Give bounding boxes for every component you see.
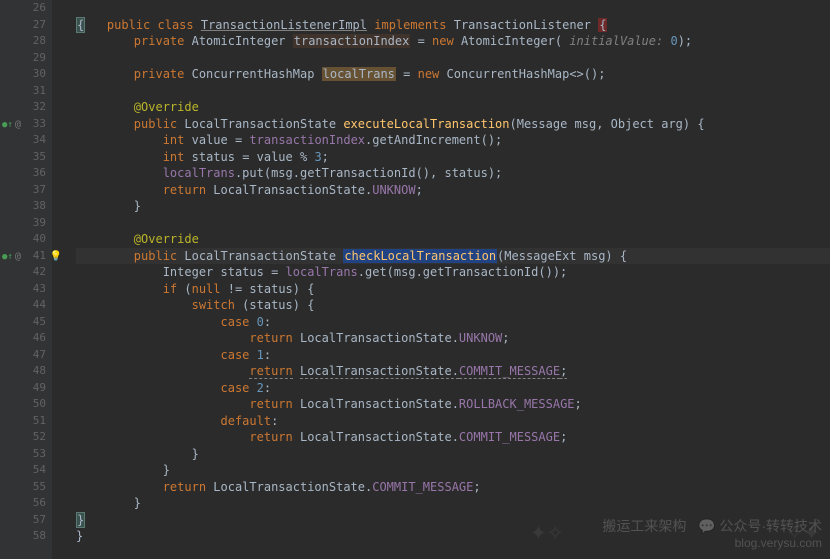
line-number: ●↑@💡41 [0, 248, 46, 265]
line-number: 30 [0, 66, 46, 83]
line-number: 42 [0, 264, 46, 281]
code-line[interactable]: return LocalTransactionState.UNKNOW; [76, 330, 830, 347]
code-line[interactable]: return LocalTransactionState.COMMIT_MESS… [76, 479, 830, 496]
code-line[interactable] [76, 0, 830, 17]
code-line[interactable]: } [76, 495, 830, 512]
line-number: 56 [0, 495, 46, 512]
line-number: 38 [0, 198, 46, 215]
line-number: 43 [0, 281, 46, 298]
line-number: 52 [0, 429, 46, 446]
code-line[interactable]: case 0: [76, 314, 830, 331]
code-line[interactable] [76, 83, 830, 100]
line-gutter: 26272829303132●↑@3334353637383940●↑@💡414… [0, 0, 52, 559]
line-number: 37 [0, 182, 46, 199]
line-number: ●↑@33 [0, 116, 46, 133]
line-number: 34 [0, 132, 46, 149]
line-number: 28 [0, 33, 46, 50]
annotation-marker-icon: @ [15, 119, 21, 130]
line-number: 49 [0, 380, 46, 397]
override-marker-icon[interactable]: ●↑ [2, 252, 13, 262]
line-number: 55 [0, 479, 46, 496]
line-number: 48 [0, 363, 46, 380]
line-number: 40 [0, 231, 46, 248]
line-number: 32 [0, 99, 46, 116]
code-line[interactable]: @Override [76, 231, 830, 248]
line-number: 44 [0, 297, 46, 314]
code-line[interactable]: localTrans.put(msg.getTransactionId(), s… [76, 165, 830, 182]
code-line[interactable]: if (null != status) { [76, 281, 830, 298]
line-number: 39 [0, 215, 46, 232]
line-number: 31 [0, 83, 46, 100]
line-number: 58 [0, 528, 46, 545]
code-line[interactable]: default: [76, 413, 830, 430]
code-line[interactable]: private AtomicInteger transactionIndex =… [76, 33, 830, 50]
code-line[interactable] [76, 50, 830, 67]
code-line[interactable]: switch (status) { [76, 297, 830, 314]
line-number: 29 [0, 50, 46, 67]
code-line[interactable]: } [76, 198, 830, 215]
line-number: 53 [0, 446, 46, 463]
code-line[interactable]: int status = value % 3; [76, 149, 830, 166]
line-number: 36 [0, 165, 46, 182]
code-line[interactable] [76, 215, 830, 232]
code-area[interactable]: { public class TransactionListenerImpl i… [52, 0, 830, 559]
code-line[interactable]: } [76, 446, 830, 463]
line-number: 50 [0, 396, 46, 413]
code-line[interactable]: int value = transactionIndex.getAndIncre… [76, 132, 830, 149]
code-line[interactable]: case 2: [76, 380, 830, 397]
code-line[interactable]: Integer status = localTrans.get(msg.getT… [76, 264, 830, 281]
code-line[interactable]: return LocalTransactionState.ROLLBACK_ME… [76, 396, 830, 413]
code-line[interactable]: return LocalTransactionState.UNKNOW; [76, 182, 830, 199]
code-line[interactable]: } [76, 512, 830, 529]
line-number: 27 [0, 17, 46, 34]
line-number: 54 [0, 462, 46, 479]
line-number: 47 [0, 347, 46, 364]
line-number: 35 [0, 149, 46, 166]
code-line[interactable]: return LocalTransactionState.COMMIT_MESS… [76, 429, 830, 446]
code-line[interactable]: public LocalTransactionState checkLocalT… [76, 248, 830, 265]
line-number: 46 [0, 330, 46, 347]
line-number: 51 [0, 413, 46, 430]
code-line[interactable]: private ConcurrentHashMap localTrans = n… [76, 66, 830, 83]
line-number: 45 [0, 314, 46, 331]
override-marker-icon[interactable]: ●↑ [2, 120, 13, 130]
code-line[interactable]: { public class TransactionListenerImpl i… [76, 17, 830, 34]
code-line[interactable]: @Override [76, 99, 830, 116]
code-line[interactable]: case 1: [76, 347, 830, 364]
annotation-marker-icon: @ [15, 251, 21, 262]
code-line[interactable]: } [76, 462, 830, 479]
code-line[interactable]: return LocalTransactionState.COMMIT_MESS… [76, 363, 830, 380]
code-line[interactable]: public LocalTransactionState executeLoca… [76, 116, 830, 133]
code-line[interactable]: } [76, 528, 830, 545]
line-number: 57 [0, 512, 46, 529]
code-editor[interactable]: 26272829303132●↑@3334353637383940●↑@💡414… [0, 0, 830, 559]
line-number: 26 [0, 0, 46, 17]
